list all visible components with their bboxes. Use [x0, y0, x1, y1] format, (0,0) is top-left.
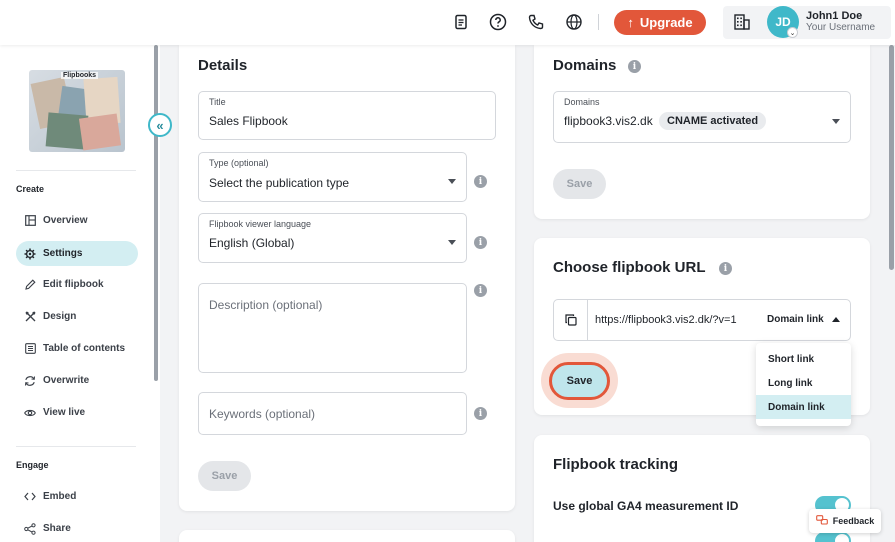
sidebar-item-overwrite[interactable]: Overwrite — [16, 368, 138, 393]
sidebar-item-label: Table of contents — [43, 343, 126, 354]
user-username: Your Username — [806, 22, 876, 33]
language-select[interactable]: Flipbook viewer language English (Global… — [198, 213, 467, 263]
layout-icon — [24, 215, 36, 227]
sidebar-item-settings[interactable]: Settings — [16, 241, 138, 266]
title-field[interactable]: Title Sales Flipbook — [198, 91, 496, 140]
building-icon[interactable] — [732, 12, 752, 32]
upgrade-label: Upgrade — [639, 15, 693, 30]
refresh-icon — [24, 375, 36, 387]
flipbook-url-save-button[interactable]: Save — [549, 362, 610, 400]
share-icon — [24, 522, 36, 535]
description-textarea[interactable]: Description (optional) — [198, 283, 467, 373]
eye-icon — [24, 407, 36, 419]
section-engage: Engage — [16, 460, 49, 470]
feedback-label: Feedback — [832, 516, 875, 526]
caret-up-icon — [832, 317, 840, 322]
domains-select[interactable]: Domains flipbook3.vis2.dk CNAME activate… — [553, 91, 851, 143]
help-icon[interactable] — [488, 12, 508, 32]
tracking-title: Flipbook tracking — [553, 456, 679, 473]
url-type-option-domain[interactable]: Domain link — [756, 395, 851, 419]
tracking-toggle[interactable] — [815, 532, 851, 542]
info-icon[interactable]: i — [474, 175, 487, 188]
topbar-divider — [598, 14, 599, 30]
document-icon[interactable] — [451, 12, 471, 32]
sidebar-scrollbar[interactable] — [154, 45, 158, 381]
type-select-label: Type (optional) — [209, 158, 269, 168]
sidebar-divider — [16, 446, 136, 447]
domains-select-value: flipbook3.vis2.dk — [564, 114, 653, 128]
sidebar-item-label: Overwrite — [43, 375, 90, 386]
title-field-label: Title — [209, 97, 226, 107]
keywords-placeholder: Keywords (optional) — [209, 407, 316, 421]
details-title: Details — [198, 57, 248, 74]
info-icon[interactable]: i — [474, 236, 487, 249]
flipbook-url-title: Choose flipbook URL — [553, 259, 706, 276]
tracking-row-label: Use global GA4 measurement ID — [553, 499, 739, 513]
sidebar-item-label: Overview — [43, 215, 88, 226]
description-placeholder: Description (optional) — [209, 298, 323, 312]
sidebar-item-share[interactable]: Share — [16, 516, 138, 541]
type-select-value: Select the publication type — [209, 176, 350, 190]
next-card — [179, 530, 515, 542]
sidebar-item-overview[interactable]: Overview — [16, 208, 138, 233]
globe-icon[interactable] — [564, 12, 584, 32]
collapse-sidebar-button[interactable]: « — [148, 113, 172, 137]
domains-save-button[interactable]: Save — [553, 169, 606, 199]
sidebar-item-label: Embed — [43, 491, 77, 502]
sidebar-item-label: View live — [43, 407, 86, 418]
language-select-label: Flipbook viewer language — [209, 219, 312, 229]
flipbook-thumbnail[interactable]: Flipbooks — [29, 70, 125, 152]
sidebar-item-label: Edit flipbook — [43, 279, 104, 290]
section-create: Create — [16, 184, 45, 194]
info-icon[interactable]: i — [719, 262, 732, 275]
pencil-icon — [24, 279, 36, 291]
url-type-option-long[interactable]: Long link — [756, 371, 851, 395]
info-icon[interactable]: i — [628, 60, 641, 73]
url-type-option-short[interactable]: Short link — [756, 347, 851, 371]
url-type-dropdown: Short link Long link Domain link — [756, 343, 851, 426]
flipbook-url-field[interactable]: https://flipbook3.vis2.dk/?v=1 Domain li… — [553, 299, 851, 341]
sidebar-item-embed[interactable]: Embed — [16, 484, 138, 509]
sidebar-item-view-live[interactable]: View live — [16, 400, 138, 425]
copy-icon[interactable] — [554, 300, 588, 340]
type-select[interactable]: Type (optional) Select the publication t… — [198, 152, 467, 202]
sidebar-divider — [16, 170, 136, 171]
domains-title: Domains — [553, 57, 617, 74]
double-chevron-left-icon: « — [156, 117, 164, 133]
main-scrollbar[interactable] — [889, 45, 894, 270]
url-type-select[interactable]: Domain link — [767, 314, 824, 325]
sidebar-item-design[interactable]: Design — [16, 304, 138, 329]
phone-icon[interactable] — [526, 12, 546, 32]
title-field-value: Sales Flipbook — [209, 114, 288, 128]
sidebar-item-label: Settings — [43, 248, 83, 259]
info-icon[interactable]: i — [474, 284, 487, 297]
top-bar: ↑ Upgrade JD ⌄ John1 Doe Your Username — [0, 0, 895, 45]
sidebar-item-label: Design — [43, 311, 77, 322]
caret-down-icon — [448, 240, 456, 245]
design-tools-icon — [24, 311, 36, 323]
upgrade-button[interactable]: ↑ Upgrade — [614, 10, 706, 35]
thumbnail-title: Flipbooks — [61, 72, 99, 79]
keywords-input[interactable]: Keywords (optional) — [198, 392, 467, 435]
code-icon — [24, 491, 36, 503]
flipbook-url-value: https://flipbook3.vis2.dk/?v=1 — [595, 314, 737, 326]
arrow-up-icon: ↑ — [627, 15, 634, 30]
gear-icon — [24, 248, 36, 260]
cname-status-badge: CNAME activated — [659, 112, 767, 130]
chevron-down-icon: ⌄ — [787, 27, 798, 38]
sidebar-item-edit-flipbook[interactable]: Edit flipbook — [16, 272, 138, 297]
language-select-value: English (Global) — [209, 236, 295, 250]
sidebar-item-table-of-contents[interactable]: Table of contents — [16, 336, 138, 361]
info-icon[interactable]: i — [474, 407, 487, 420]
domains-select-label: Domains — [564, 97, 600, 107]
sidebar-item-label: Share — [43, 523, 71, 534]
details-save-button[interactable]: Save — [198, 461, 251, 491]
caret-down-icon — [832, 119, 840, 124]
user-name: John1 Doe — [806, 10, 863, 22]
caret-down-icon — [448, 179, 456, 184]
feedback-button[interactable]: Feedback — [809, 509, 881, 533]
feedback-icon — [815, 515, 828, 527]
list-icon — [24, 343, 36, 355]
